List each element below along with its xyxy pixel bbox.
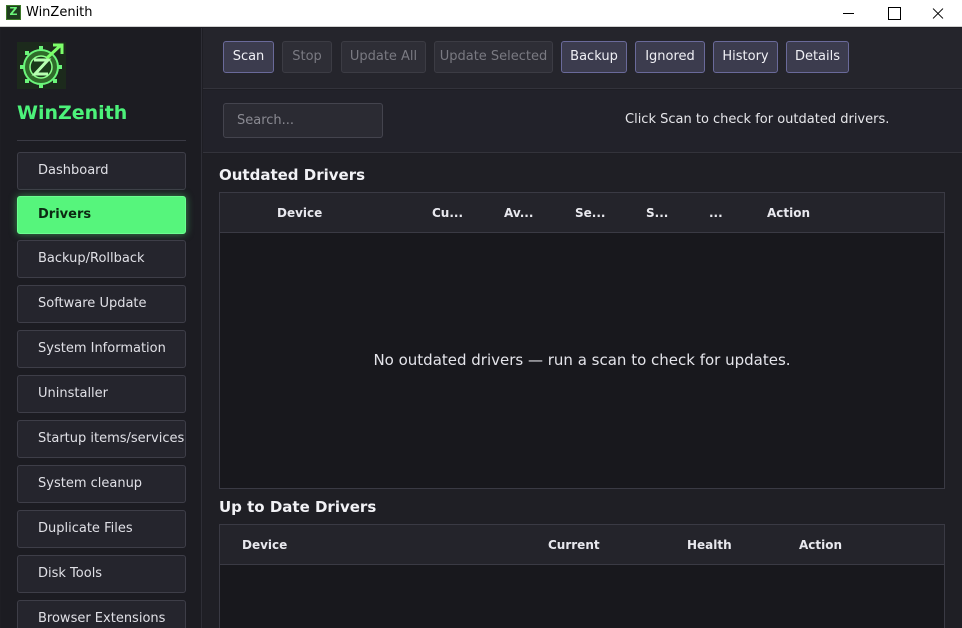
sidebar-item-uninstaller[interactable]: Uninstaller [17,375,186,413]
up-to-date-drivers-table: Device Current Health Action [219,524,945,628]
column-header-device[interactable]: Device [242,538,287,552]
divider [17,140,186,141]
column-header-device[interactable]: Device [277,206,322,220]
column-header-available[interactable]: Av... [504,206,533,220]
sidebar-item-drivers[interactable]: Drivers [17,196,186,234]
sidebar-item-backup-rollback[interactable]: Backup/Rollback [17,240,186,278]
app-icon [6,5,21,20]
column-header-current[interactable]: Current [548,538,600,552]
stop-button[interactable]: Stop [282,41,332,73]
sidebar-item-software-update[interactable]: Software Update [17,285,186,323]
brand-name: WinZenith [17,102,128,124]
search-input[interactable] [223,103,383,138]
empty-message: No outdated drivers — run a scan to chec… [373,351,791,369]
logo-icon [17,42,66,89]
sidebar-item-duplicate-files[interactable]: Duplicate Files [17,510,186,548]
sidebar-item-disk-tools[interactable]: Disk Tools [17,555,186,593]
table-header: Device Cu... Av... Se... S... ... Action [220,193,944,233]
status-text: Click Scan to check for outdated drivers… [625,112,890,127]
details-button[interactable]: Details [786,41,849,73]
search-row: Click Scan to check for outdated drivers… [203,90,962,153]
column-header-health[interactable]: Health [687,538,732,552]
history-button[interactable]: History [713,41,778,73]
column-header-status[interactable]: S... [646,206,668,220]
close-icon[interactable] [915,0,961,27]
outdated-drivers-title: Outdated Drivers [219,166,366,184]
window-title: WinZenith [26,5,93,20]
sidebar-item-system-cleanup[interactable]: System cleanup [17,465,186,503]
toolbar: Scan Stop Update All Update Selected Bac… [203,28,962,89]
column-header-severity[interactable]: Se... [575,206,605,220]
update-all-button[interactable]: Update All [341,41,426,73]
update-selected-button[interactable]: Update Selected [434,41,553,73]
sidebar-item-dashboard[interactable]: Dashboard [17,152,186,190]
scan-button[interactable]: Scan [223,41,274,73]
column-header-action[interactable]: Action [799,538,842,552]
outdated-drivers-table: Device Cu... Av... Se... S... ... Action… [219,192,945,489]
sidebar-item-startup-items[interactable]: Startup items/services [17,420,186,458]
up-to-date-drivers-title: Up to Date Drivers [219,498,377,516]
table-header: Device Current Health Action [220,525,944,565]
backup-button[interactable]: Backup [561,41,627,73]
sidebar: WinZenith Dashboard Drivers Backup/Rollb… [1,28,202,628]
sidebar-item-system-information[interactable]: System Information [17,330,186,368]
maximize-icon[interactable] [870,0,916,27]
title-bar: WinZenith [0,0,962,27]
column-header-extra[interactable]: ... [709,206,723,220]
minimize-icon[interactable] [825,0,871,27]
ignored-button[interactable]: Ignored [635,41,705,73]
column-header-current[interactable]: Cu... [432,206,463,220]
column-header-action[interactable]: Action [767,206,810,220]
sidebar-item-browser-extensions[interactable]: Browser Extensions [17,600,186,628]
main-content: Outdated Drivers Device Cu... Av... Se..… [203,154,962,628]
